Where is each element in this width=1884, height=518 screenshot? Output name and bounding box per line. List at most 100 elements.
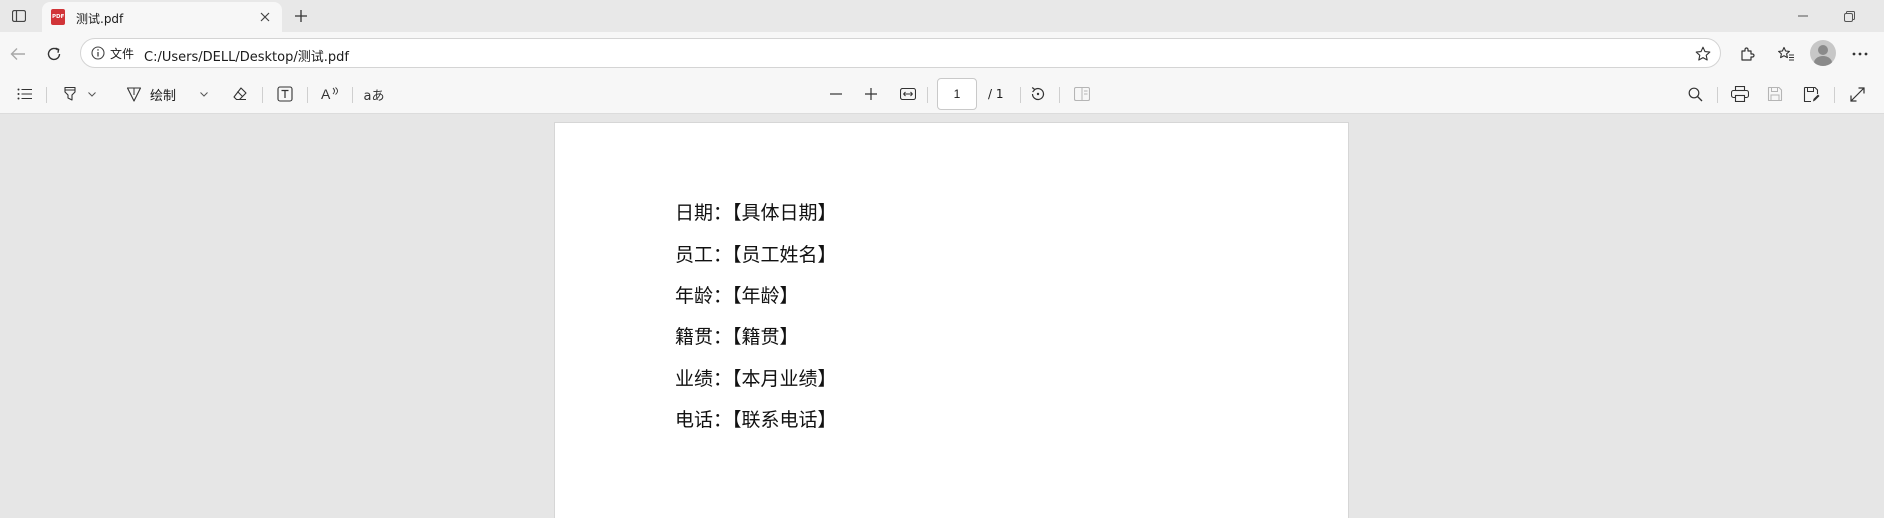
search-icon xyxy=(1688,87,1703,102)
document-line-date: 日期：【具体日期】 xyxy=(675,198,837,225)
zoom-out-icon xyxy=(830,93,842,95)
draw-label: 绘制 xyxy=(150,88,177,104)
search-button[interactable] xyxy=(1684,82,1706,106)
toolbar-separator xyxy=(1020,87,1021,103)
back-button[interactable] xyxy=(6,42,30,66)
toolbar-separator xyxy=(46,87,47,103)
tab-title: 测试.pdf xyxy=(76,12,124,26)
field-label: 员工： xyxy=(675,244,733,266)
print-button[interactable] xyxy=(1729,82,1751,106)
tab-close-button[interactable] xyxy=(256,8,274,26)
document-line-performance: 业绩：【本月业绩】 xyxy=(675,364,837,391)
zoom-in-icon xyxy=(865,88,877,100)
toolbar-separator xyxy=(1834,87,1835,103)
draw-button[interactable]: 绘制 xyxy=(126,82,210,106)
read-aloud-icon: A xyxy=(321,86,339,102)
refresh-button[interactable] xyxy=(42,42,66,66)
site-info-button[interactable]: 文件 xyxy=(87,42,140,64)
page-number-input[interactable]: 1 xyxy=(937,78,977,110)
save-as-button[interactable] xyxy=(1800,82,1822,106)
navigation-bar: 文件 C:/Users/DELL/Desktop/测试.pdf xyxy=(0,32,1884,74)
document-line-employee: 员工：【员工姓名】 xyxy=(675,240,837,267)
eraser-icon xyxy=(232,86,248,102)
extensions-button[interactable] xyxy=(1735,42,1759,66)
plus-icon xyxy=(294,9,308,23)
fit-page-icon xyxy=(900,88,916,100)
toolbar-separator xyxy=(307,87,308,103)
back-arrow-icon xyxy=(10,47,26,61)
document-line-phone: 电话：【联系电话】 xyxy=(675,405,837,432)
translate-label: aあ xyxy=(363,88,385,104)
address-bar[interactable]: 文件 C:/Users/DELL/Desktop/测试.pdf xyxy=(80,38,1721,68)
field-value: 【联系电话】 xyxy=(732,409,837,431)
print-icon xyxy=(1731,86,1749,102)
document-line-age: 年龄：【年龄】 xyxy=(675,281,799,308)
profile-avatar[interactable] xyxy=(1810,40,1836,66)
toolbar-separator xyxy=(927,87,928,103)
new-tab-button[interactable] xyxy=(290,6,312,26)
chevron-down-icon xyxy=(200,91,208,97)
page-total: / 1 xyxy=(988,87,1004,101)
add-favorite-button[interactable] xyxy=(1693,44,1713,64)
chevron-down-icon xyxy=(88,91,96,97)
site-info-label: 文件 xyxy=(110,46,135,61)
zoom-out-button[interactable] xyxy=(825,82,847,106)
field-value: 【本月业绩】 xyxy=(732,368,837,390)
pdf-viewer[interactable]: 日期：【具体日期】 员工：【员工姓名】 年龄：【年龄】 籍贯：【籍贯】 业绩：【… xyxy=(0,114,1884,518)
field-label: 日期： xyxy=(675,202,733,224)
pdf-toolbar: 绘制 A aあ 1 / 1 xyxy=(0,74,1884,114)
field-label: 电话： xyxy=(675,409,733,431)
minimize-icon xyxy=(1798,15,1808,17)
text-box-icon xyxy=(277,86,293,102)
pdf-page: 日期：【具体日期】 员工：【员工姓名】 年龄：【年龄】 籍贯：【籍贯】 业绩：【… xyxy=(554,122,1349,518)
contents-list-icon xyxy=(17,88,33,100)
translate-button[interactable]: aあ xyxy=(362,82,386,106)
field-value: 【具体日期】 xyxy=(732,202,837,224)
restore-icon xyxy=(1843,10,1855,22)
close-icon xyxy=(260,12,270,22)
title-bar: PDF 测试.pdf xyxy=(0,0,1884,32)
url-text[interactable]: C:/Users/DELL/Desktop/测试.pdf xyxy=(144,46,349,65)
highlighter-icon xyxy=(62,86,78,102)
field-label: 年龄： xyxy=(675,285,733,307)
zoom-in-button[interactable] xyxy=(860,82,882,106)
fullscreen-button[interactable] xyxy=(1846,82,1868,106)
fullscreen-icon xyxy=(1849,86,1865,102)
save-icon xyxy=(1767,86,1783,102)
minimize-button[interactable] xyxy=(1792,6,1814,26)
tab-actions-icon xyxy=(12,10,26,22)
page-view-button[interactable] xyxy=(1071,82,1093,106)
field-label: 业绩： xyxy=(675,368,733,390)
restore-button[interactable] xyxy=(1838,6,1860,26)
read-aloud-button[interactable]: A xyxy=(319,82,341,106)
page-view-icon xyxy=(1074,87,1090,101)
field-label: 籍贯： xyxy=(675,326,733,348)
pdf-file-icon: PDF xyxy=(51,9,65,25)
highlight-button[interactable] xyxy=(58,82,100,106)
toolbar-separator xyxy=(1717,87,1718,103)
rotate-button[interactable] xyxy=(1027,82,1049,106)
toolbar-separator xyxy=(262,87,263,103)
contents-button[interactable] xyxy=(14,82,36,106)
toolbar-separator xyxy=(1059,87,1060,103)
tab-active[interactable]: PDF 测试.pdf xyxy=(42,2,282,32)
favorites-icon xyxy=(1777,46,1795,62)
erase-button[interactable] xyxy=(229,82,251,106)
settings-more-button[interactable] xyxy=(1848,42,1872,66)
refresh-icon xyxy=(46,46,62,62)
more-icon xyxy=(1852,52,1868,56)
add-text-button[interactable] xyxy=(274,82,296,106)
draw-pen-icon xyxy=(126,86,142,102)
rotate-icon xyxy=(1030,86,1046,102)
tab-actions-button[interactable] xyxy=(8,6,30,26)
save-button[interactable] xyxy=(1764,82,1786,106)
fit-to-page-button[interactable] xyxy=(897,82,919,106)
info-icon xyxy=(91,46,105,60)
field-value: 【员工姓名】 xyxy=(732,244,837,266)
field-value: 【年龄】 xyxy=(732,285,799,307)
field-value: 【籍贯】 xyxy=(732,326,799,348)
extensions-icon xyxy=(1739,46,1755,62)
favorites-button[interactable] xyxy=(1774,42,1798,66)
save-as-icon xyxy=(1803,86,1820,103)
star-add-icon xyxy=(1695,46,1711,62)
